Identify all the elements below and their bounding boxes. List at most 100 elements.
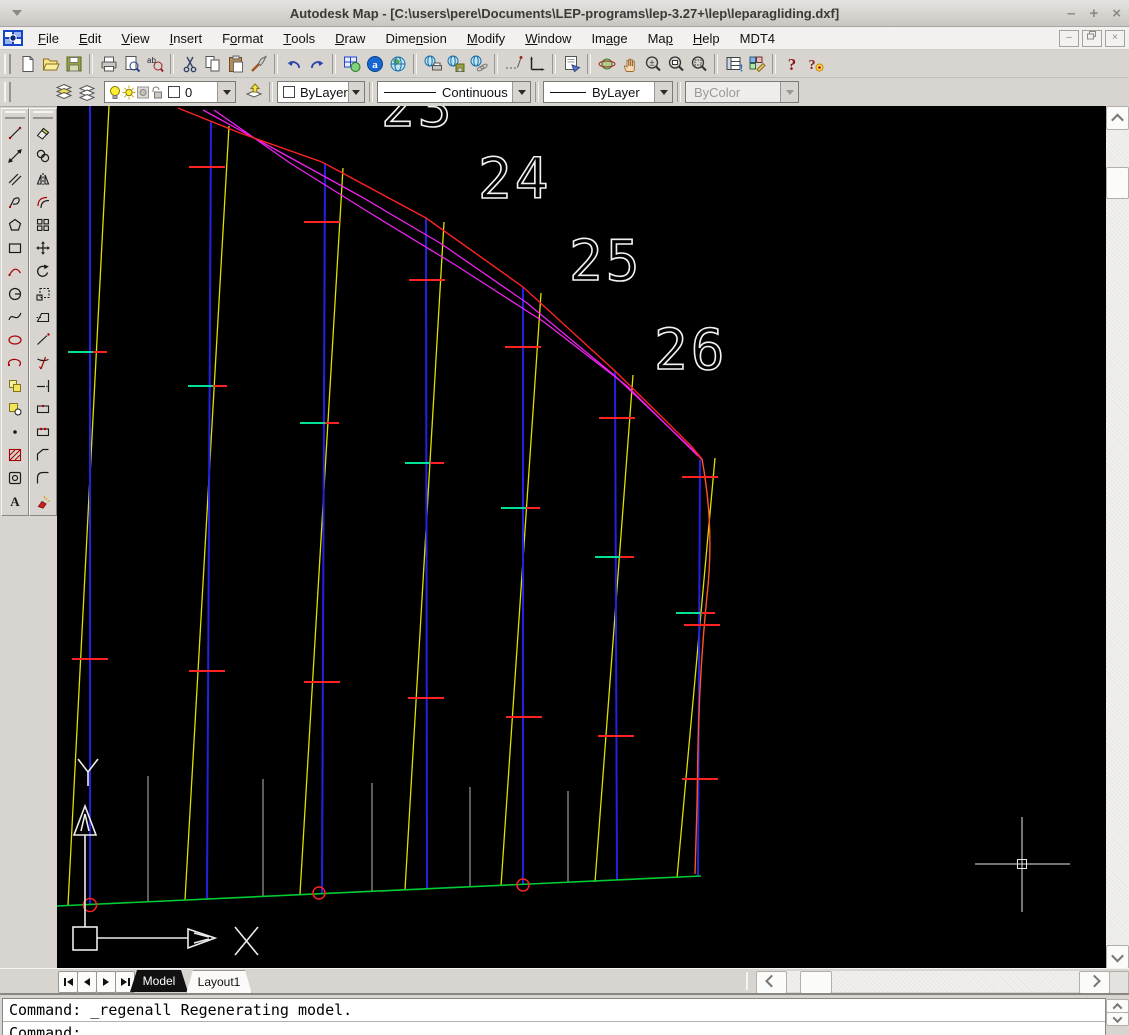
minimize-button[interactable]: – — [1067, 6, 1075, 21]
drawing-area[interactable]: 23 24 25 26 — [57, 106, 1106, 968]
extend-tool[interactable] — [32, 375, 54, 396]
menu-help[interactable]: Help — [683, 27, 730, 49]
stretch-tool[interactable] — [32, 306, 54, 327]
break-at-point-tool[interactable] — [32, 398, 54, 419]
fillet-tool[interactable] — [32, 467, 54, 488]
multiline-tool[interactable] — [4, 168, 26, 189]
rotate-tool[interactable] — [32, 260, 54, 281]
menu-modify[interactable]: Modify — [457, 27, 515, 49]
menu-view[interactable]: View — [111, 27, 159, 49]
explode-tool[interactable] — [32, 490, 54, 511]
internet-tools-button[interactable] — [386, 52, 409, 75]
lineweight-combo[interactable]: ByLayer — [543, 81, 673, 103]
tab-nav-prev-button[interactable] — [77, 971, 97, 993]
color-combo[interactable]: ByLayer — [277, 81, 365, 103]
bulb-on-icon[interactable] — [108, 85, 122, 100]
menu-mdt4[interactable]: MDT4 — [730, 27, 785, 49]
etransmit-button[interactable] — [444, 52, 467, 75]
maximize-button[interactable]: + — [1089, 6, 1098, 21]
pan-button[interactable] — [618, 52, 641, 75]
match-properties-button[interactable] — [247, 52, 270, 75]
autocad-today-button[interactable]: a — [363, 52, 386, 75]
cut-button[interactable] — [178, 52, 201, 75]
spell-check-button[interactable]: ab — [143, 52, 166, 75]
text-tool[interactable]: A — [4, 490, 26, 511]
menu-image[interactable]: Im a ge — [581, 27, 637, 49]
command-input-line[interactable]: Command: — [3, 1021, 1105, 1035]
construction-line-tool[interactable] — [4, 145, 26, 166]
map-workspace-button[interactable] — [340, 52, 363, 75]
erase-tool[interactable] — [32, 122, 54, 143]
polygon-tool[interactable] — [4, 214, 26, 235]
layer-combo[interactable]: 0 — [104, 81, 236, 103]
undo-button[interactable] — [282, 52, 305, 75]
print-preview-button[interactable] — [120, 52, 143, 75]
mdi-restore-button[interactable] — [1082, 30, 1102, 47]
horizontal-scrollbar[interactable] — [756, 971, 1110, 994]
ellipse-arc-tool[interactable] — [4, 352, 26, 373]
spline-tool[interactable] — [4, 306, 26, 327]
help-button[interactable]: ? — [780, 52, 803, 75]
linetype-combo-dropdown[interactable] — [512, 82, 530, 102]
close-button[interactable]: × — [1112, 6, 1121, 21]
properties-button[interactable]: ! — [722, 52, 745, 75]
hyperlink-button[interactable] — [467, 52, 490, 75]
vertical-scrollbar[interactable] — [1106, 106, 1129, 969]
menu-dimension[interactable]: Dime n sion — [375, 27, 456, 49]
menu-draw[interactable]: Draw — [325, 27, 375, 49]
menu-insert[interactable]: Insert — [160, 27, 213, 49]
trim-tool[interactable] — [32, 352, 54, 373]
scroll-down-button[interactable] — [1106, 945, 1129, 969]
circle-tool[interactable] — [4, 283, 26, 304]
make-layer-current-button[interactable] — [242, 81, 265, 104]
zoom-realtime-button[interactable]: ± — [641, 52, 664, 75]
arc-tool[interactable] — [4, 260, 26, 281]
new-button[interactable] — [16, 52, 39, 75]
copy-object-tool[interactable] — [32, 145, 54, 166]
toolbar-grip[interactable] — [4, 53, 11, 74]
tab-nav-next-button[interactable] — [96, 971, 116, 993]
horizontal-scrollbar-thumb[interactable] — [800, 971, 832, 994]
mdi-close-button[interactable]: × — [1105, 30, 1125, 47]
tab-model[interactable]: Model — [130, 970, 188, 992]
insert-block-tool[interactable] — [4, 375, 26, 396]
chamfer-tool[interactable] — [32, 444, 54, 465]
ellipse-tool[interactable] — [4, 329, 26, 350]
mirror-tool[interactable] — [32, 168, 54, 189]
polyline-tool[interactable] — [4, 191, 26, 212]
active-assistance-button[interactable]: ? — [803, 52, 826, 75]
zoom-window-button[interactable] — [687, 52, 710, 75]
redo-button[interactable] — [305, 52, 328, 75]
command-vertical-scrollbar[interactable] — [1106, 999, 1129, 1026]
command-scroll-down-button[interactable] — [1106, 1012, 1129, 1026]
line-tool[interactable] — [4, 122, 26, 143]
vertical-scrollbar-thumb[interactable] — [1106, 167, 1129, 199]
unlock-icon[interactable] — [150, 85, 163, 100]
tab-layout1[interactable]: Layout1 — [186, 970, 252, 994]
menu-tools[interactable]: Tools — [273, 27, 325, 49]
menu-file[interactable]: File — [28, 27, 69, 49]
temporary-tracking-button[interactable] — [502, 52, 525, 75]
print-button[interactable] — [97, 52, 120, 75]
sun-thaw-icon[interactable] — [122, 85, 136, 100]
mdi-minimize-button[interactable]: – — [1059, 30, 1079, 47]
array-tool[interactable] — [32, 214, 54, 235]
toolbar-grip[interactable] — [33, 111, 53, 119]
layers-dialog-button[interactable] — [52, 81, 75, 104]
tab-nav-first-button[interactable] — [58, 971, 78, 993]
scroll-left-button[interactable] — [756, 971, 787, 994]
save-button[interactable] — [62, 52, 85, 75]
toolbar-grip[interactable] — [5, 111, 25, 119]
zoom-previous-button[interactable] — [664, 52, 687, 75]
region-tool[interactable] — [4, 467, 26, 488]
offset-tool[interactable] — [32, 191, 54, 212]
layer-states-button[interactable] — [75, 81, 98, 104]
paste-button[interactable] — [224, 52, 247, 75]
menu-map[interactable]: Ma p — [638, 27, 683, 49]
vp-freeze-icon[interactable] — [136, 85, 150, 100]
command-text-area[interactable]: Command: _regenall Regenerating model. C… — [2, 998, 1106, 1035]
named-views-button[interactable] — [560, 52, 583, 75]
rectangle-tool[interactable] — [4, 237, 26, 258]
command-scroll-up-button[interactable] — [1106, 999, 1129, 1013]
color-combo-dropdown[interactable] — [347, 82, 364, 102]
